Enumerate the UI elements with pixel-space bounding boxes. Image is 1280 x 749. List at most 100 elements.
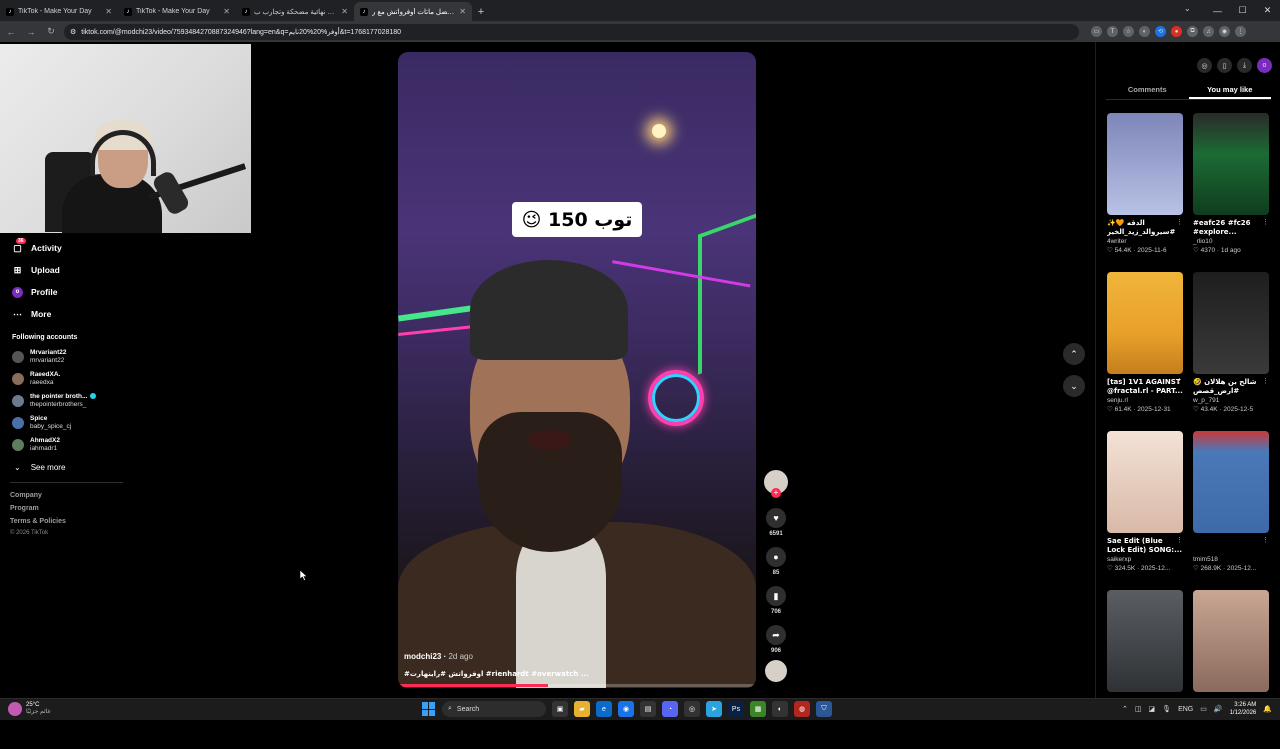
following-account[interactable]: the pointer broth... thepointerbrothers_ — [0, 390, 125, 412]
card-menu-icon[interactable]: ⋮ — [1262, 536, 1269, 544]
extension-blue-icon[interactable]: ⟲ — [1155, 26, 1166, 37]
site-info-icon[interactable]: ⚙ — [70, 28, 76, 36]
video-card[interactable] — [1107, 590, 1183, 749]
close-tab-icon[interactable]: ✕ — [341, 7, 348, 16]
install-icon[interactable]: ▭ — [1091, 26, 1102, 37]
video-card[interactable]: شالح بن هلالان 🤣 #ارض_قصص w_p_791 ♡ 43.4… — [1193, 272, 1269, 431]
share-button[interactable]: ➦ — [766, 625, 786, 645]
close-tab-icon[interactable]: ✕ — [223, 7, 230, 16]
tray-app-icon[interactable]: ◫ — [1135, 705, 1142, 713]
shield-icon[interactable]: ⛉ — [816, 701, 832, 717]
store-icon[interactable]: ▤ — [640, 701, 656, 717]
task-view-icon[interactable]: ▣ — [552, 701, 568, 717]
tab-comments[interactable]: Comments — [1106, 82, 1189, 99]
video-card[interactable]: ✨🧡 الدقه #سيروالد_زيد_الخير 4writer ♡ 54… — [1107, 113, 1183, 272]
next-video-button[interactable]: ⌄ — [1063, 375, 1085, 397]
taskbar-search[interactable]: ⌕ Search — [442, 701, 546, 717]
translate-icon[interactable]: T — [1107, 26, 1118, 37]
video-progress-bar[interactable] — [398, 684, 756, 687]
sidebar-item-upload[interactable]: ⊞ Upload — [0, 259, 125, 281]
follow-plus-icon[interactable]: + — [771, 488, 781, 498]
sidebar-item-more[interactable]: ⋯ More — [0, 303, 125, 325]
video-card[interactable]: Sae Edit (Blue Lock Edit) SONG:... saike… — [1107, 431, 1183, 590]
card-menu-icon[interactable]: ⋮ — [1176, 218, 1183, 226]
back-icon[interactable]: ← — [4, 25, 18, 39]
tab-search-icon[interactable]: ⌄ — [1184, 4, 1196, 16]
close-tab-icon[interactable]: ✕ — [459, 7, 466, 16]
photoshop-icon[interactable]: Ps — [728, 701, 744, 717]
video-author[interactable]: modchi23 · 2d ago — [404, 652, 473, 661]
weather-widget[interactable]: 25°C غائم جزئيًا — [8, 702, 51, 716]
download-icon[interactable]: ⤓ — [1237, 58, 1252, 73]
file-explorer-icon[interactable]: ▰ — [574, 701, 590, 717]
following-account[interactable]: RaeedXA. raeedxa — [0, 368, 125, 390]
windows-start-icon[interactable] — [422, 702, 436, 716]
puzzle-icon[interactable]: ⧉ — [1187, 26, 1198, 37]
device-icon[interactable]: ▯ — [1217, 58, 1232, 73]
chrome-icon[interactable]: ◉ — [618, 701, 634, 717]
video-card[interactable]: tmim518 ♡ 268.9K · 2025-12... ⋮ — [1193, 431, 1269, 590]
bookmark-star-icon[interactable]: ☆ — [1123, 26, 1134, 37]
clock[interactable]: 3:26 AM 1/12/2026 — [1230, 701, 1257, 717]
telegram-icon[interactable]: ➤ — [706, 701, 722, 717]
obs-icon[interactable]: ◐ — [772, 701, 788, 717]
video-card[interactable]: #eafc26 #fc26 #explore... _rlio10 ♡ 4370… — [1193, 113, 1269, 272]
tray-app-icon[interactable]: ◪ — [1149, 705, 1156, 713]
minimize-icon[interactable]: — — [1205, 0, 1230, 21]
close-tab-icon[interactable]: ✕ — [105, 7, 112, 16]
browser-tab[interactable]: ♪ TikTok - Make Your Day ✕ — [0, 2, 118, 21]
sidebar-item-activity[interactable]: ▢ 36 Activity — [0, 237, 125, 259]
sound-avatar[interactable] — [765, 660, 787, 682]
media-icon[interactable]: ♫ — [1203, 26, 1214, 37]
account-name: the pointer broth... — [30, 393, 97, 401]
footer-link-program[interactable]: Program — [0, 502, 125, 515]
video-card[interactable] — [1193, 590, 1269, 749]
maximize-icon[interactable]: ☐ — [1230, 0, 1255, 21]
tab-you-may-like[interactable]: You may like — [1188, 82, 1271, 99]
profile-icon[interactable]: ◉ — [1219, 26, 1230, 37]
card-menu-icon[interactable]: ⋮ — [1176, 377, 1183, 385]
following-account[interactable]: AhmadX2 iahmadr1 — [0, 434, 125, 456]
following-account[interactable]: Spice baby_spice_cj — [0, 412, 125, 434]
reload-icon[interactable]: ↻ — [44, 25, 58, 39]
card-menu-icon[interactable]: ⋮ — [1262, 218, 1269, 226]
tray-overflow-icon[interactable]: ⌃ — [1122, 705, 1128, 713]
previous-video-button[interactable]: ⌃ — [1063, 343, 1085, 365]
menu-icon[interactable]: ⋮ — [1235, 26, 1246, 37]
user-avatar[interactable]: o — [1257, 58, 1272, 73]
forward-icon[interactable]: → — [24, 25, 38, 39]
app-red-icon[interactable]: ◍ — [794, 701, 810, 717]
volume-icon[interactable]: 🔊 — [1214, 705, 1223, 713]
close-window-icon[interactable]: ✕ — [1255, 0, 1280, 21]
see-more-button[interactable]: ⌄ See more — [0, 458, 125, 476]
following-account[interactable]: Mrvariant22 mrvariant22 — [0, 346, 125, 368]
creator-avatar[interactable]: + — [764, 470, 788, 498]
footer-link-company[interactable]: Company — [0, 489, 125, 502]
card-menu-icon[interactable]: ⋮ — [1176, 536, 1183, 544]
comment-button[interactable]: ● — [766, 547, 786, 567]
extension-red-icon[interactable]: ● — [1171, 26, 1182, 37]
footer-link-terms[interactable]: Terms & Policies — [0, 515, 125, 528]
video-player[interactable]: توب 150 😉 modchi23 · 2d ago #اوفرواتش #ر… — [398, 52, 756, 688]
account-username: mrvariant22 — [30, 357, 65, 364]
url-field[interactable]: ⚙ tiktok.com/@modchi23/video/75934842708… — [64, 23, 1079, 40]
like-button[interactable]: ♥ — [766, 508, 786, 528]
browser-tab[interactable]: ♪اختيارات نهائية مضحكة وتجارب ب...✕ — [236, 2, 354, 21]
discord-icon[interactable]: ◔ — [662, 701, 678, 717]
new-tab-button[interactable]: + — [472, 2, 490, 21]
microphone-icon[interactable]: 🎙 — [1162, 705, 1171, 713]
browser-tab-active[interactable]: ♪أفضل ماتات أوفرواتش مع ر...✕ — [354, 2, 472, 21]
minecraft-icon[interactable]: ▦ — [750, 701, 766, 717]
save-button[interactable]: ▮ — [766, 586, 786, 606]
edge-icon[interactable]: e — [596, 701, 612, 717]
extension-icon[interactable]: ◐ — [1139, 26, 1150, 37]
browser-tab[interactable]: ♪ TikTok - Make Your Day ✕ — [118, 2, 236, 21]
network-icon[interactable]: ▭ — [1200, 705, 1207, 713]
video-card[interactable]: [tas] 1V1 AGAINST @fractal.rl - PART... … — [1107, 272, 1183, 431]
card-menu-icon[interactable]: ⋮ — [1262, 377, 1269, 385]
steam-icon[interactable]: ◎ — [684, 701, 700, 717]
sidebar-item-profile[interactable]: o Profile — [0, 281, 125, 303]
language-indicator[interactable]: ENG — [1178, 706, 1193, 713]
notification-icon[interactable]: 🔔 — [1263, 705, 1272, 713]
compass-icon[interactable]: ◎ — [1197, 58, 1212, 73]
